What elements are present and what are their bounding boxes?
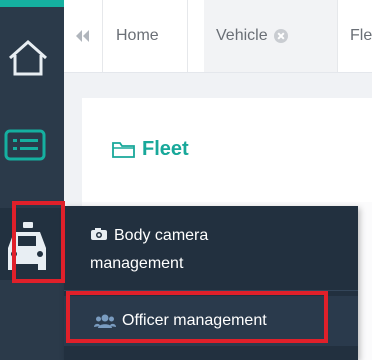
folder-icon — [112, 141, 135, 158]
tab-label: Fle — [350, 27, 372, 44]
list-icon — [4, 129, 46, 161]
highlight-officer-management — [66, 291, 328, 343]
sidebar-item-list[interactable] — [0, 127, 64, 167]
sidebar-item-home[interactable] — [0, 34, 64, 82]
panel-title: Fleet — [112, 138, 189, 161]
home-icon — [9, 39, 47, 76]
tab-label: Vehicle — [216, 27, 268, 44]
tab-scroll-left-button[interactable] — [64, 0, 103, 72]
double-chevron-left-icon — [76, 30, 89, 42]
tab-vehicle[interactable]: Vehicle — [204, 0, 338, 72]
camera-icon — [91, 228, 107, 240]
submenu-item-body-camera[interactable]: Body camera management — [64, 222, 358, 292]
tab-home[interactable]: Home — [104, 0, 188, 72]
close-icon[interactable] — [273, 29, 288, 43]
sidebar-rail — [0, 0, 64, 360]
tab-label: Home — [116, 27, 159, 44]
highlight-vehicle-icon — [12, 201, 65, 283]
panel-title-text: Fleet — [142, 138, 189, 160]
tab-fleet[interactable]: Fle — [338, 0, 372, 72]
rail-accent-bar — [0, 0, 64, 7]
tab-bar: Home Vehicle Fle — [64, 0, 372, 73]
submenu-label-line1: Body camera — [114, 227, 209, 244]
content-panel: Fleet — [82, 98, 372, 202]
submenu-label-line2: management — [90, 255, 184, 272]
